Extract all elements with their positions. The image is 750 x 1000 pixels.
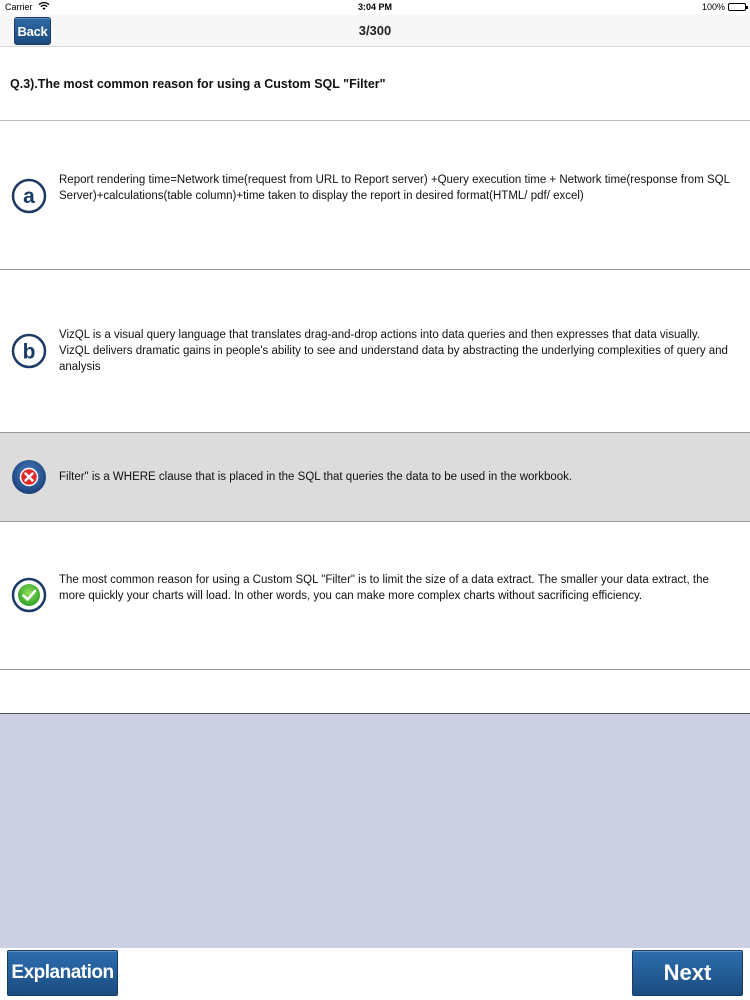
correct-answer-icon: [11, 577, 47, 613]
question-panel: Q.3).The most common reason for using a …: [0, 48, 750, 121]
next-button[interactable]: Next: [632, 950, 743, 996]
option-c-wrong[interactable]: Filter" is a WHERE clause that is placed…: [0, 433, 750, 522]
status-bar: Carrier 3:04 PM 100%: [0, 0, 750, 15]
option-b-badge-icon: b: [11, 333, 47, 369]
svg-text:b: b: [23, 341, 36, 364]
explanation-button[interactable]: Explanation: [7, 950, 118, 996]
quiz-screen: Carrier 3:04 PM 100% Back 3/300 Q.3).The…: [0, 0, 750, 1000]
bottom-toolbar: Explanation Next: [0, 948, 750, 1000]
question-progress: 3/300: [358, 23, 392, 38]
content-background: [0, 714, 750, 948]
question-text: Q.3).The most common reason for using a …: [10, 77, 386, 91]
option-a[interactable]: a Report rendering time=Network time(req…: [0, 122, 750, 270]
clock: 3:04 PM: [357, 2, 392, 12]
wrong-answer-icon: [11, 459, 47, 495]
battery-percent: 100%: [701, 2, 725, 12]
option-a-badge-icon: a: [11, 178, 47, 214]
battery-icon: [728, 3, 748, 11]
option-b[interactable]: b VizQL is a visual query language that …: [0, 270, 750, 433]
nav-bar: Back 3/300: [0, 15, 750, 47]
option-d-text: The most common reason for using a Custo…: [59, 574, 709, 602]
option-a-text: Report rendering time=Network time(reque…: [59, 174, 730, 202]
empty-row: [0, 670, 750, 714]
option-d-correct[interactable]: The most common reason for using a Custo…: [0, 522, 750, 670]
option-c-text: Filter" is a WHERE clause that is placed…: [59, 471, 573, 483]
svg-text:a: a: [23, 185, 35, 208]
option-b-text: VizQL is a visual query language that tr…: [59, 329, 728, 373]
